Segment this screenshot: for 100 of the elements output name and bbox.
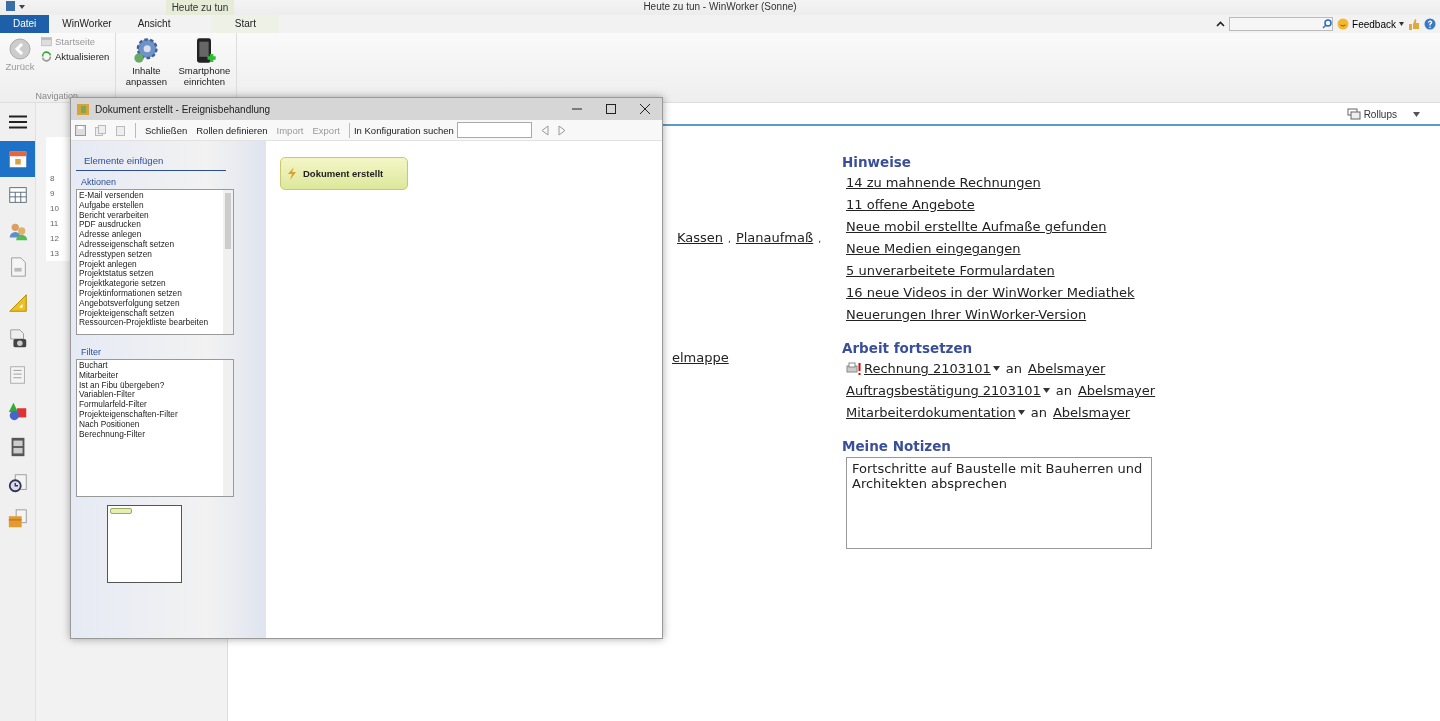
list-item[interactable]: Projekt anlegen xyxy=(79,259,221,270)
link[interactable]: Kassen xyxy=(677,230,724,245)
list-item[interactable]: Projektinformationen setzen xyxy=(79,288,221,299)
week-number: 8 xyxy=(49,173,55,184)
list-item[interactable]: Aufgabe erstellen xyxy=(79,200,221,211)
list-item[interactable]: E-Mail versenden xyxy=(79,191,221,201)
sidebar-item[interactable] xyxy=(0,141,35,177)
toolbar-button[interactable]: Rollen definieren xyxy=(196,124,268,136)
previous-icon[interactable] xyxy=(540,124,549,136)
list-item[interactable]: Ist an Fibu übergeben? xyxy=(79,380,221,391)
back-icon xyxy=(8,37,32,61)
maximize-icon xyxy=(606,104,616,114)
gear-icon xyxy=(132,37,161,65)
notice-link[interactable]: Neuerungen Ihrer WinWorker-Version xyxy=(846,307,1087,322)
list-item[interactable]: Bericht verarbeiten xyxy=(79,210,221,221)
contextual-tab-group: Heute zu tun xyxy=(166,0,234,15)
rollups-button[interactable]: Rollups xyxy=(1340,107,1403,121)
scrollbar[interactable] xyxy=(223,360,233,496)
section-title: Meine Notizen xyxy=(842,438,952,454)
list-item[interactable]: Nach Positionen xyxy=(79,419,221,430)
separator: , xyxy=(728,234,731,244)
dropdown-caret-icon[interactable] xyxy=(1042,388,1050,393)
dropdown-caret-icon[interactable] xyxy=(1413,111,1420,117)
next-icon[interactable] xyxy=(557,124,566,136)
dropdown-caret-icon[interactable] xyxy=(992,366,1000,371)
ribbon-tab[interactable]: Datei xyxy=(0,15,50,33)
feedback-button[interactable]: Feedback xyxy=(1337,18,1404,30)
ribbon-tab[interactable]: Ansicht xyxy=(124,15,184,33)
shapes-icon xyxy=(6,400,29,422)
recipient-link[interactable]: Abelsmayer xyxy=(1028,359,1106,378)
app-icon[interactable] xyxy=(4,1,28,13)
document-link[interactable]: Rechnung 2103101 xyxy=(864,359,991,378)
folder-icon xyxy=(77,103,89,115)
smiley-icon xyxy=(1337,18,1350,30)
group-label: Navigation xyxy=(35,91,78,101)
list-title: Filter xyxy=(81,347,101,357)
list-item[interactable]: Mitarbeiter xyxy=(79,370,221,381)
config-search-field[interactable] xyxy=(456,122,532,138)
list-item[interactable]: Projektkategorie setzen xyxy=(79,279,221,289)
list-item[interactable]: PDF ausdrucken xyxy=(79,220,221,231)
week-number: 9 xyxy=(49,188,55,199)
scrollbar[interactable] xyxy=(223,190,233,334)
document-link[interactable]: Auftragsbestätigung 2103101 xyxy=(846,381,1041,400)
windows-icon xyxy=(1346,108,1361,120)
notice-link[interactable]: 11 offene Angebote xyxy=(846,197,975,212)
list-item[interactable]: Variablen-Filter xyxy=(79,390,221,401)
save-icon[interactable] xyxy=(75,124,86,136)
week-number: 10 xyxy=(49,203,59,214)
list-item[interactable]: Projekteigenschaft setzen xyxy=(79,308,221,319)
list-item[interactable]: Projektstatus setzen xyxy=(79,269,221,280)
menu-icon[interactable] xyxy=(8,115,27,129)
recipient-link[interactable]: Abelsmayer xyxy=(1077,381,1156,400)
notice-link[interactable]: 16 neue Videos in der WinWorker Mediathek xyxy=(846,285,1135,300)
ribbon-button[interactable]: Aktualisieren xyxy=(40,50,110,63)
notice-link[interactable]: Neue mobil erstellte Aufmaße gefunden xyxy=(846,219,1107,234)
lightning-icon xyxy=(287,167,297,180)
dialog-title: Dokument erstellt - Ereignisbehandlung xyxy=(95,103,271,115)
collapse-caret-icon[interactable] xyxy=(1216,21,1226,27)
connector-text: an xyxy=(1005,360,1023,378)
list-item[interactable]: Ressourcen-Projektliste bearbeiten xyxy=(79,318,221,329)
document-link[interactable]: Mitarbeiterdokumentation xyxy=(846,403,1016,422)
ribbon-tab[interactable]: Start xyxy=(211,15,280,33)
ribbon-tab[interactable]: WinWorker xyxy=(49,15,125,33)
list-item[interactable]: Buchart xyxy=(79,361,221,371)
search-field[interactable] xyxy=(1229,17,1334,31)
notes-field[interactable]: Fortschritte auf Baustelle mit Bauherren und Architekten absprechen xyxy=(846,457,1152,549)
caret-icon xyxy=(1399,22,1404,26)
refresh-icon xyxy=(40,50,53,63)
help-icon[interactable] xyxy=(1424,18,1436,30)
link[interactable]: elmappe xyxy=(672,350,729,365)
recipient-link[interactable]: Abelsmayer xyxy=(1052,403,1131,422)
window-title: Heute zu tun - WinWorker (Sonne) xyxy=(643,1,797,12)
list-title: Aktionen xyxy=(81,177,117,187)
canvas-overview[interactable] xyxy=(107,505,182,583)
link[interactable]: Planaufmaß xyxy=(735,230,814,245)
notice-link[interactable]: Neue Medien eingegangen xyxy=(846,241,1021,256)
section-title: Hinweise xyxy=(842,154,912,170)
list-item[interactable]: Adresseigenschaft setzen xyxy=(79,240,221,250)
dropdown-caret-icon[interactable] xyxy=(1017,410,1025,415)
section-title: Arbeit fortsetzen xyxy=(842,340,974,356)
search-icon xyxy=(1322,19,1333,29)
close-icon xyxy=(640,104,650,114)
toolbar-button[interactable]: Schließen xyxy=(145,124,188,136)
list-item[interactable]: Angebotsverfolgung setzen xyxy=(79,298,221,309)
list-item[interactable]: Adresse anlegen xyxy=(79,230,221,240)
thumbs-up-icon[interactable] xyxy=(1408,18,1420,30)
notice-link[interactable]: 5 unverarbeitete Formulardaten xyxy=(846,263,1055,278)
connector-text: an xyxy=(1030,404,1047,422)
search-label: In Konfiguration suchen xyxy=(353,124,454,136)
connector-text: an xyxy=(1055,382,1072,400)
list-item[interactable]: Formularfeld-Filter xyxy=(79,400,221,410)
ruler-icon xyxy=(6,292,29,314)
event-node[interactable]: Dokument erstellt xyxy=(280,157,408,190)
clock-icon xyxy=(6,472,29,494)
week-number: 11 xyxy=(49,218,59,229)
box-icon xyxy=(6,508,29,530)
notice-link[interactable]: 14 zu mahnende Rechnungen xyxy=(846,175,1041,190)
list-item[interactable]: Berechnung-Filter xyxy=(79,429,221,440)
list-item[interactable]: Projekteigenschaften-Filter xyxy=(79,410,221,420)
list-item[interactable]: Adresstypen setzen xyxy=(79,249,221,260)
